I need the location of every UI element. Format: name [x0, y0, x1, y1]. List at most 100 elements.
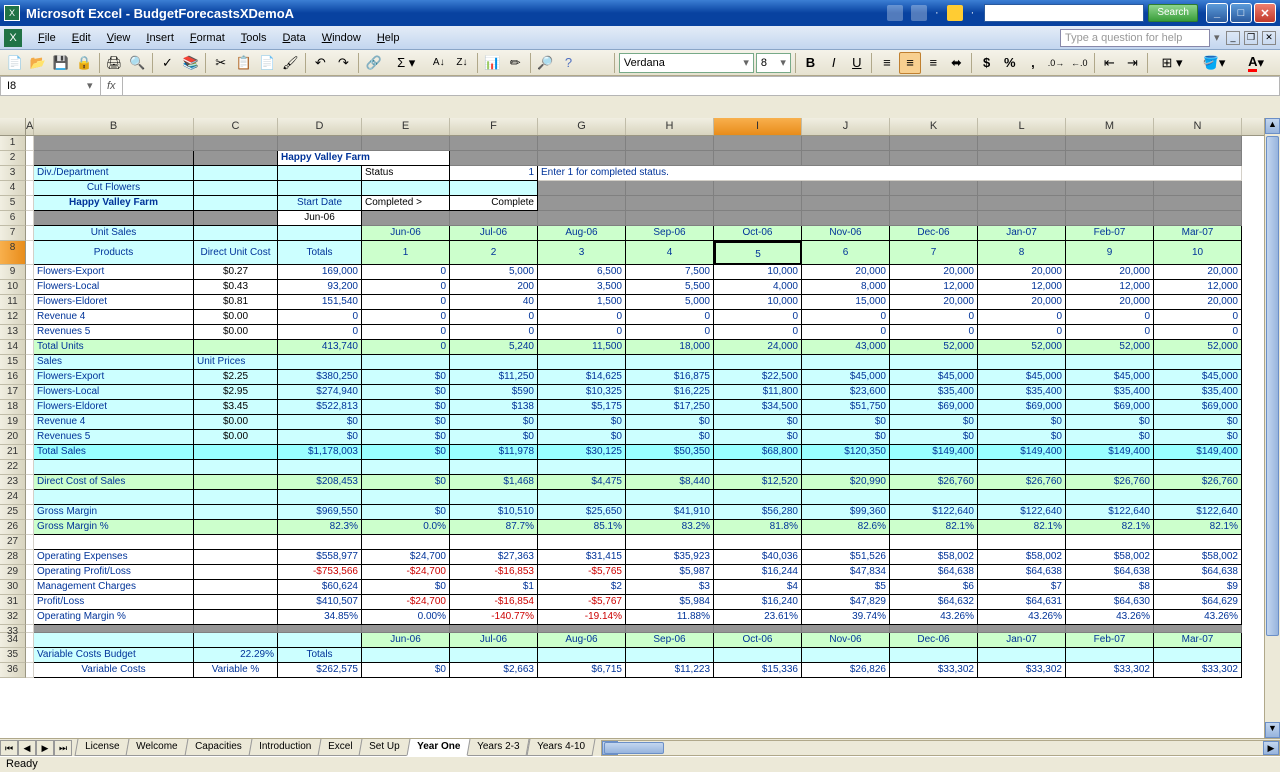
value[interactable]: 0: [1066, 310, 1154, 325]
value[interactable]: 20,000: [1154, 265, 1242, 280]
comma-icon[interactable]: ,: [1022, 52, 1043, 74]
value[interactable]: 0: [362, 265, 450, 280]
col-header-M[interactable]: M: [1066, 118, 1154, 135]
cell[interactable]: [26, 370, 34, 385]
gross-margin-month[interactable]: $41,910: [626, 505, 714, 520]
cell[interactable]: [26, 181, 34, 196]
sales-value[interactable]: $0: [362, 430, 450, 445]
cell[interactable]: [890, 181, 978, 196]
month-header-2[interactable]: Oct-06: [714, 633, 802, 648]
op-profit-month[interactable]: $64,638: [890, 565, 978, 580]
value[interactable]: 6,500: [538, 265, 626, 280]
vcb-label[interactable]: Variable Costs Budget: [34, 648, 194, 663]
value[interactable]: 40: [450, 295, 538, 310]
cell[interactable]: [362, 355, 450, 370]
cell[interactable]: [26, 460, 34, 475]
mgmt-month[interactable]: $1: [450, 580, 538, 595]
sales-value[interactable]: $0: [978, 430, 1066, 445]
cell[interactable]: [450, 460, 538, 475]
profit-month[interactable]: -$24,700: [362, 595, 450, 610]
mgmt-label[interactable]: Management Charges: [34, 580, 194, 595]
total[interactable]: 0: [278, 310, 362, 325]
unit-cost[interactable]: $0.27: [194, 265, 278, 280]
month-header[interactable]: Jan-07: [978, 226, 1066, 241]
menu-insert[interactable]: Insert: [138, 28, 182, 48]
mgmt-month[interactable]: $9: [1154, 580, 1242, 595]
cell[interactable]: [194, 490, 278, 505]
cell[interactable]: [26, 520, 34, 535]
cell[interactable]: [890, 355, 978, 370]
doc-restore-button[interactable]: ❐: [1244, 31, 1258, 45]
sales-value[interactable]: $10,325: [538, 385, 626, 400]
cell[interactable]: [538, 355, 626, 370]
op-margin-month[interactable]: 43.26%: [978, 610, 1066, 625]
value[interactable]: 10,000: [714, 295, 802, 310]
row-header-35[interactable]: 35: [0, 648, 26, 663]
minimize-button[interactable]: _: [1206, 3, 1228, 23]
cell[interactable]: [362, 535, 450, 550]
month-header[interactable]: Nov-06: [802, 226, 890, 241]
cell[interactable]: [714, 355, 802, 370]
row-header-8[interactable]: 8: [0, 241, 26, 265]
cell[interactable]: [450, 151, 538, 166]
month-header-2[interactable]: Jul-06: [450, 633, 538, 648]
sales-value[interactable]: $51,750: [802, 400, 890, 415]
cell[interactable]: [34, 633, 194, 648]
cell[interactable]: [626, 625, 714, 633]
sales-value[interactable]: $0: [802, 430, 890, 445]
month-header-2[interactable]: Jun-06: [362, 633, 450, 648]
gross-margin-month[interactable]: $25,650: [538, 505, 626, 520]
underline-icon[interactable]: U: [846, 52, 867, 74]
sales-value[interactable]: $35,400: [1066, 385, 1154, 400]
cell[interactable]: [194, 136, 278, 151]
sales-value[interactable]: $11,250: [450, 370, 538, 385]
row-header-26[interactable]: 26: [0, 520, 26, 535]
cell[interactable]: [1154, 355, 1242, 370]
gross-margin-pct-month[interactable]: 85.1%: [538, 520, 626, 535]
opex-month[interactable]: $40,036: [714, 550, 802, 565]
value[interactable]: 15,000: [802, 295, 890, 310]
menu-edit[interactable]: Edit: [64, 28, 99, 48]
increase-decimal-icon[interactable]: .0→: [1045, 52, 1066, 74]
product-name[interactable]: Flowers-Export: [34, 265, 194, 280]
cell[interactable]: [890, 151, 978, 166]
cell[interactable]: [626, 490, 714, 505]
increase-indent-icon[interactable]: ⇥: [1122, 52, 1143, 74]
vc-month[interactable]: $33,302: [1154, 663, 1242, 678]
profit-total[interactable]: $410,507: [278, 595, 362, 610]
vc-month[interactable]: $33,302: [978, 663, 1066, 678]
row-header-11[interactable]: 11: [0, 295, 26, 310]
maximize-button[interactable]: □: [1230, 3, 1252, 23]
vcb-pct[interactable]: 22.29%: [194, 648, 278, 663]
gross-margin-pct-month[interactable]: 82.1%: [978, 520, 1066, 535]
value[interactable]: 0: [1154, 310, 1242, 325]
search-input[interactable]: [984, 4, 1144, 22]
mgmt-month[interactable]: $2: [538, 580, 626, 595]
sales-value[interactable]: $0: [362, 415, 450, 430]
sales-value[interactable]: $0: [1066, 415, 1154, 430]
op-profit-month[interactable]: -$24,700: [362, 565, 450, 580]
cell[interactable]: [26, 535, 34, 550]
menu-file[interactable]: File: [30, 28, 64, 48]
spelling-icon[interactable]: ✓: [157, 52, 178, 74]
op-margin-month[interactable]: -140.77%: [450, 610, 538, 625]
opex-month[interactable]: $24,700: [362, 550, 450, 565]
cell[interactable]: [362, 460, 450, 475]
formula-input[interactable]: [123, 80, 1279, 92]
cell[interactable]: [626, 535, 714, 550]
sheet-tab-set-up[interactable]: Set Up: [359, 739, 411, 756]
vc-month[interactable]: $6,715: [538, 663, 626, 678]
sales-value[interactable]: $17,250: [626, 400, 714, 415]
month-header-2[interactable]: Jan-07: [978, 633, 1066, 648]
dcos-month[interactable]: $12,520: [714, 475, 802, 490]
value[interactable]: 0: [802, 310, 890, 325]
col-header-G[interactable]: G: [538, 118, 626, 135]
cell[interactable]: [194, 226, 278, 241]
unit-price[interactable]: $2.25: [194, 370, 278, 385]
value[interactable]: 3,500: [538, 280, 626, 295]
month-index[interactable]: 3: [538, 241, 626, 265]
total[interactable]: 0: [278, 325, 362, 340]
total-units-month[interactable]: 18,000: [626, 340, 714, 355]
op-profit-month[interactable]: $5,987: [626, 565, 714, 580]
cell[interactable]: [26, 325, 34, 340]
